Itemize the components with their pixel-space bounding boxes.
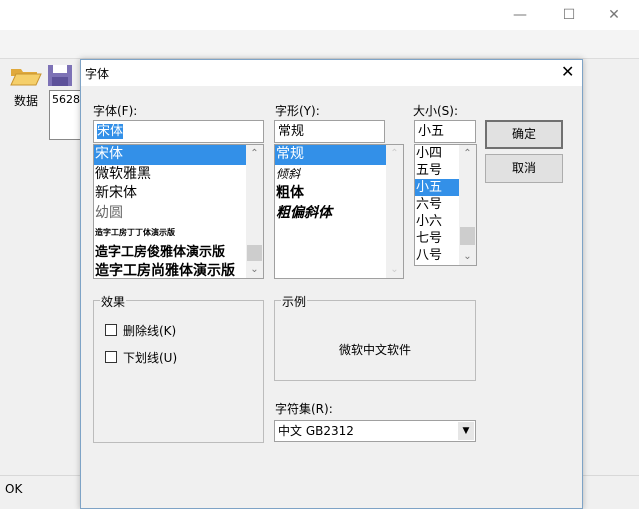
list-item[interactable]: 粗偏斜体 [275,204,403,224]
open-folder-icon[interactable] [10,66,42,86]
close-button[interactable]: ✕ [604,6,624,24]
list-item[interactable]: 幼圆 [94,204,263,224]
list-item[interactable]: 粗体 [275,184,403,204]
toolbar [0,30,639,59]
font-list[interactable]: 宋体 微软雅黑 新宋体 幼圆 造字工房丁丁体演示版 造字工房俊雅体演示版 造字工… [93,144,264,279]
list-item[interactable]: 微软雅黑 [94,165,263,185]
font-input[interactable]: 宋体 [93,120,264,143]
underline-checkbox[interactable] [105,351,117,363]
list-item[interactable]: 倾斜 [275,165,403,185]
font-dialog: 字体 ✕ 字体(F): 宋体 宋体 微软雅黑 新宋体 幼圆 造字工房丁丁体演示版… [80,59,583,509]
dialog-close-icon[interactable]: ✕ [561,62,574,81]
underline-label[interactable]: 下划线(U) [123,349,177,366]
list-item[interactable]: 造字工房俊雅体演示版 [94,243,263,263]
font-input-text: 宋体 [97,124,124,139]
size-list-scrollbar[interactable]: ⌃ ⌄ [459,145,476,265]
minimize-button[interactable]: — [510,6,530,24]
style-list[interactable]: 常规 倾斜 粗体 粗偏斜体 ⌃ ⌄ [274,144,404,279]
scroll-down-icon[interactable]: ⌄ [386,261,403,278]
scroll-up-icon[interactable]: ⌃ [246,145,263,162]
strikeout-checkbox[interactable] [105,324,117,336]
style-input[interactable]: 常规 [274,120,385,143]
maximize-button[interactable]: ☐ [559,6,579,24]
font-list-scrollbar[interactable]: ⌃ ⌄ [246,145,263,278]
charset-select[interactable]: 中文 GB2312 ▼ [274,420,476,442]
dialog-title-bar: 字体 ✕ [81,60,582,86]
scroll-thumb[interactable] [247,245,262,261]
scroll-up-icon[interactable]: ⌃ [386,145,403,162]
sample-group: 示例 微软中文软件 [274,293,476,381]
size-list[interactable]: 小四 五号 小五 六号 小六 七号 八号 ⌃ ⌄ [414,144,477,266]
list-item[interactable]: 常规 [275,145,386,165]
charset-label: 字符集(R): [275,402,333,416]
font-label: 字体(F): [93,104,138,118]
list-item[interactable]: 新宋体 [94,184,263,204]
main-title-bar [0,0,639,30]
scroll-down-icon[interactable]: ⌄ [459,248,476,265]
list-item[interactable]: 造字工房尚雅体演示版 [94,262,263,278]
data-label: 数据 [14,94,39,108]
strikeout-label[interactable]: 删除线(K) [123,322,176,339]
ok-button[interactable]: 确定 [485,120,563,149]
sample-label: 示例 [281,293,308,310]
effects-group: 效果 删除线(K) 下划线(U) [93,293,264,443]
list-item[interactable]: 宋体 [94,145,263,165]
sample-text: 微软中文软件 [338,343,411,357]
list-item[interactable]: 造字工房丁丁体演示版 [94,223,263,243]
status-text: OK [5,482,23,496]
style-list-scrollbar[interactable]: ⌃ ⌄ [386,145,403,278]
scroll-down-icon[interactable]: ⌄ [246,261,263,278]
charset-value: 中文 GB2312 [278,424,354,438]
size-label: 大小(S): [413,104,459,118]
style-label: 字形(Y): [275,104,320,118]
list-item[interactable]: 小五 [415,179,459,196]
dialog-title: 字体 [85,67,110,81]
scroll-thumb[interactable] [460,227,475,245]
scroll-up-icon[interactable]: ⌃ [459,145,476,162]
cancel-button[interactable]: 取消 [485,154,563,183]
size-input[interactable]: 小五 [414,120,476,143]
chevron-down-icon[interactable]: ▼ [458,422,474,440]
effects-label: 效果 [100,293,127,310]
save-icon[interactable] [47,64,73,86]
